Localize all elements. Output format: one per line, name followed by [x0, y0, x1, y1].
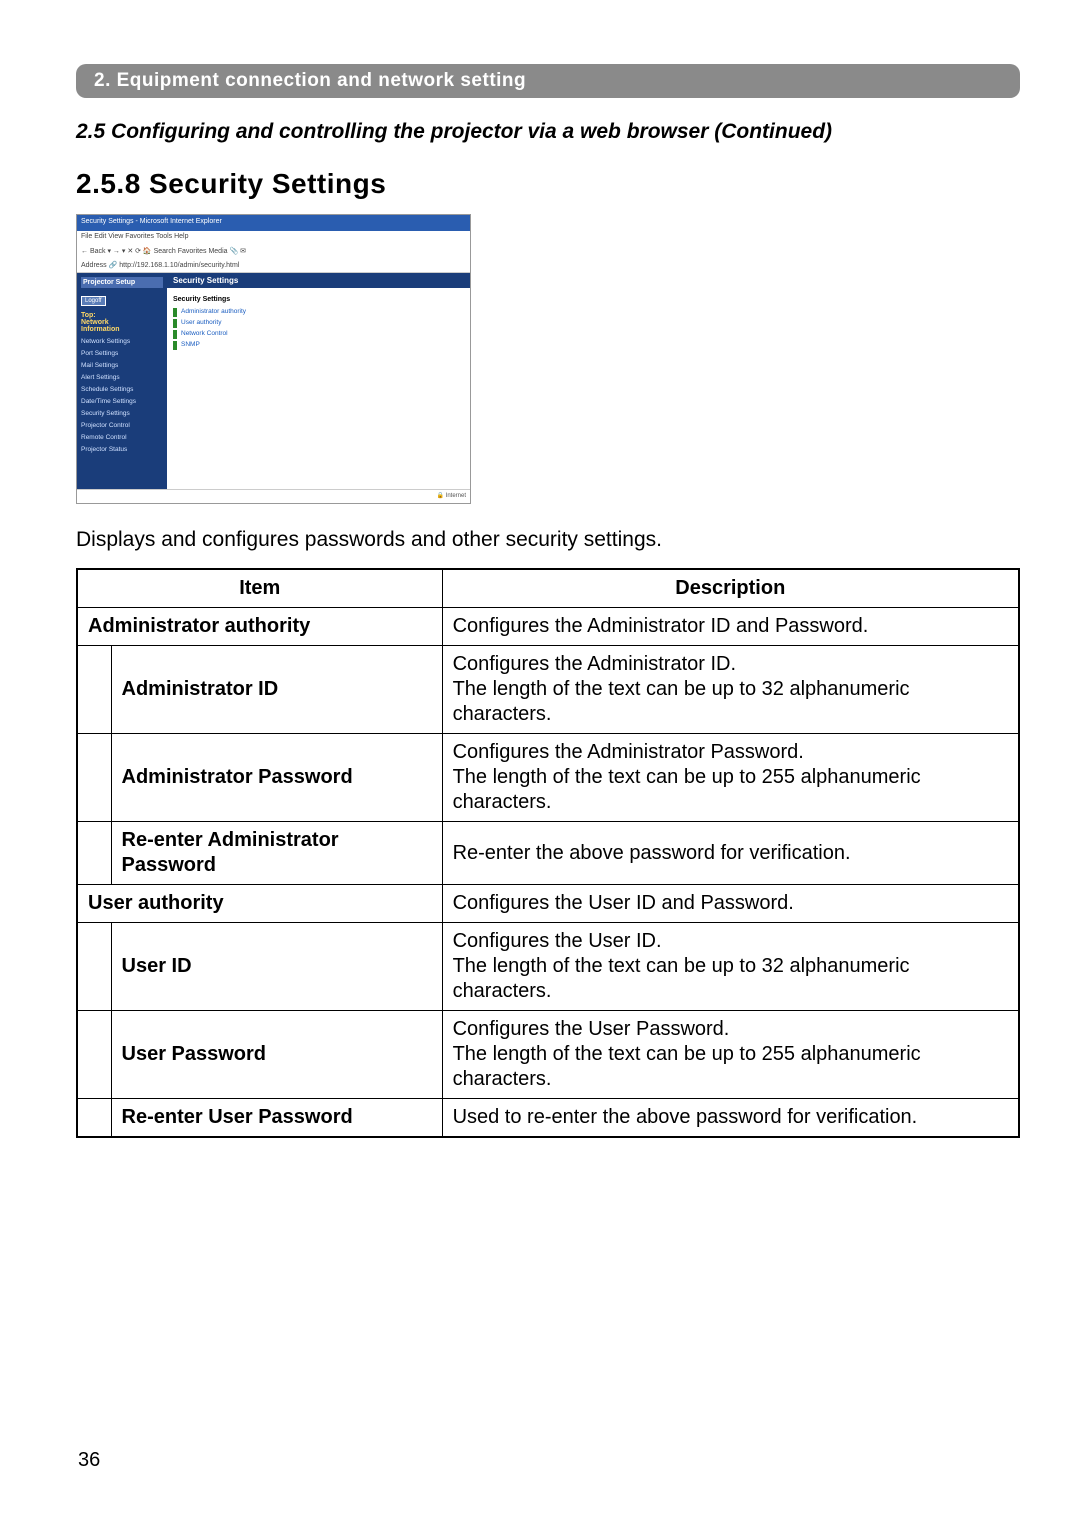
shot-nav-item: Schedule Settings: [81, 386, 163, 393]
shot-row: User authority: [181, 319, 221, 328]
cell-desc: Configures the User Password.The length …: [442, 1011, 1019, 1099]
indent-cell: [77, 1099, 111, 1138]
cell-desc: Used to re-enter the above password for …: [442, 1099, 1019, 1138]
cell-item: Re-enter User Password: [111, 1099, 442, 1138]
cell-desc: Configures the Administrator ID and Pass…: [442, 608, 1019, 646]
indent-cell: [77, 822, 111, 885]
shot-nav-item: Date/Time Settings: [81, 398, 163, 405]
shot-main: Security Settings Security Settings Admi…: [167, 273, 470, 489]
shot-row: Administrator authority: [181, 308, 246, 317]
shot-nav-item: Port Settings: [81, 350, 163, 357]
shot-logoff: Logoff: [81, 296, 106, 306]
th-description: Description: [442, 569, 1019, 608]
table-row: Administrator Password Configures the Ad…: [77, 734, 1019, 822]
cell-item: User Password: [111, 1011, 442, 1099]
shot-nav-item: Security Settings: [81, 410, 163, 417]
th-item: Item: [77, 569, 442, 608]
shot-network: Network: [81, 319, 163, 326]
browser-screenshot: Security Settings - Microsoft Internet E…: [76, 214, 471, 504]
shot-top: Top:: [81, 312, 163, 319]
table-row: User Password Configures the User Passwo…: [77, 1011, 1019, 1099]
shot-information: Information: [81, 326, 163, 333]
cell-desc: Configures the Administrator Password.Th…: [442, 734, 1019, 822]
cell-desc: Configures the User ID and Password.: [442, 885, 1019, 923]
indent-cell: [77, 923, 111, 1011]
settings-table: Item Description Administrator authority…: [76, 568, 1020, 1138]
section-subtitle: 2.5 Configuring and controlling the proj…: [76, 120, 1020, 144]
shot-menubar: File Edit View Favorites Tools Help: [77, 231, 470, 245]
cell-desc: Re-enter the above password for verifica…: [442, 822, 1019, 885]
table-row: User authority Configures the User ID an…: [77, 885, 1019, 923]
table-row: Re-enter Administrator Password Re-enter…: [77, 822, 1019, 885]
shot-row: SNMP: [181, 341, 200, 350]
shot-nav-item: Network Settings: [81, 338, 163, 345]
table-row: User ID Configures the User ID.The lengt…: [77, 923, 1019, 1011]
shot-main-header: Security Settings: [167, 273, 470, 288]
shot-nav-item: Alert Settings: [81, 374, 163, 381]
intro-text: Displays and configures passwords and ot…: [76, 528, 1020, 552]
cell-item: Re-enter Administrator Password: [111, 822, 442, 885]
shot-addressbar: Address 🔗 http://192.168.1.10/admin/secu…: [77, 259, 470, 273]
table-row: Administrator ID Configures the Administ…: [77, 646, 1019, 734]
indent-cell: [77, 646, 111, 734]
shot-toolbar: ← Back ▾ → ▾ ✕ ⟳ 🏠 Search Favorites Medi…: [77, 245, 470, 259]
shot-setup-label: Projector Setup: [81, 277, 163, 288]
table-header-row: Item Description: [77, 569, 1019, 608]
shot-nav-item: Mail Settings: [81, 362, 163, 369]
shot-sidebar: Projector Setup Logoff Top: Network Info…: [77, 273, 167, 489]
cell-item: User ID: [111, 923, 442, 1011]
shot-statusbar: 🔒 Internet: [77, 489, 470, 503]
section-heading: 2.5.8 Security Settings: [76, 168, 1020, 200]
chapter-banner: 2. Equipment connection and network sett…: [76, 64, 1020, 98]
cell-item: Administrator authority: [77, 608, 442, 646]
cell-item: Administrator ID: [111, 646, 442, 734]
cell-item: User authority: [77, 885, 442, 923]
shot-row: Network Control: [181, 330, 228, 339]
table-row: Re-enter User Password Used to re-enter …: [77, 1099, 1019, 1138]
indent-cell: [77, 1011, 111, 1099]
cell-desc: Configures the User ID.The length of the…: [442, 923, 1019, 1011]
cell-item: Administrator Password: [111, 734, 442, 822]
table-row: Administrator authority Configures the A…: [77, 608, 1019, 646]
cell-desc: Configures the Administrator ID.The leng…: [442, 646, 1019, 734]
shot-nav-item: Projector Control: [81, 422, 163, 429]
shot-nav-item: Projector Status: [81, 446, 163, 453]
indent-cell: [77, 734, 111, 822]
shot-nav-item: Remote Control: [81, 434, 163, 441]
shot-titlebar: Security Settings - Microsoft Internet E…: [77, 215, 470, 231]
shot-sec-title: Security Settings: [167, 288, 470, 307]
page-number: 36: [78, 1449, 100, 1472]
